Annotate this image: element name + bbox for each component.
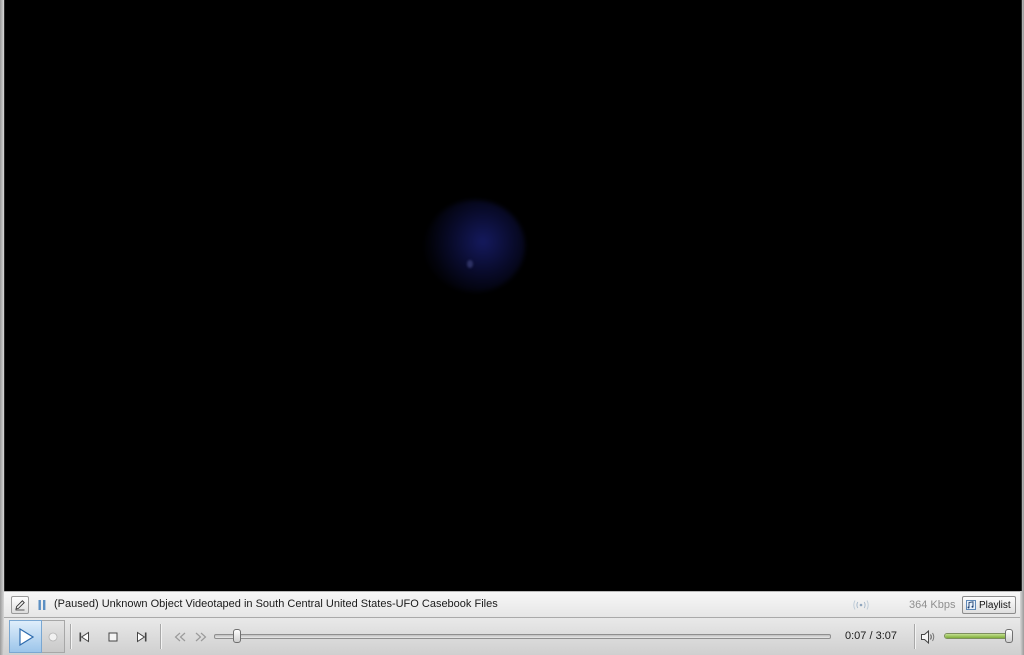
video-frame-object-core xyxy=(467,260,473,268)
volume-handle[interactable] xyxy=(1005,629,1013,643)
stop-button[interactable] xyxy=(104,628,122,646)
record-icon xyxy=(48,632,58,641)
playlist-icon xyxy=(966,600,976,610)
record-button[interactable] xyxy=(42,620,65,653)
rewind-icon xyxy=(174,632,186,642)
previous-button[interactable] xyxy=(75,628,93,646)
playlist-button[interactable]: Playlist xyxy=(962,596,1016,614)
bitrate-label: 364 Kbps xyxy=(909,599,956,611)
stop-icon xyxy=(108,632,118,642)
playback-controls: 0:07 / 3:07 xyxy=(4,618,1020,655)
rewind-button[interactable] xyxy=(171,628,189,646)
playlist-label: Playlist xyxy=(979,599,1011,611)
mute-button[interactable] xyxy=(919,628,937,646)
separator xyxy=(160,624,161,649)
media-player-window: (Paused) Unknown Object Videotaped in So… xyxy=(0,0,1024,655)
fast-forward-button[interactable] xyxy=(192,628,210,646)
volume-slider[interactable] xyxy=(944,633,1010,639)
seek-bar[interactable] xyxy=(214,634,831,639)
seek-handle[interactable] xyxy=(233,629,241,643)
info-bar: (Paused) Unknown Object Videotaped in So… xyxy=(4,591,1020,618)
skip-next-icon xyxy=(137,631,147,643)
video-frame-object xyxy=(425,200,525,292)
video-display[interactable] xyxy=(4,0,1022,591)
next-button[interactable] xyxy=(133,628,151,646)
speaker-icon xyxy=(921,630,935,644)
volume-level-fill xyxy=(945,634,1008,638)
broadcast-signal-icon xyxy=(852,596,870,614)
play-button[interactable] xyxy=(9,620,42,653)
edit-pencil-icon[interactable] xyxy=(11,596,29,614)
fast-forward-icon xyxy=(195,632,207,642)
skip-previous-icon xyxy=(79,631,89,643)
separator xyxy=(70,624,71,649)
play-icon xyxy=(18,627,34,646)
now-playing-title: (Paused) Unknown Object Videotaped in So… xyxy=(54,598,498,610)
time-display: 0:07 / 3:07 xyxy=(845,630,897,642)
separator xyxy=(914,624,915,649)
pause-icon xyxy=(36,596,48,614)
